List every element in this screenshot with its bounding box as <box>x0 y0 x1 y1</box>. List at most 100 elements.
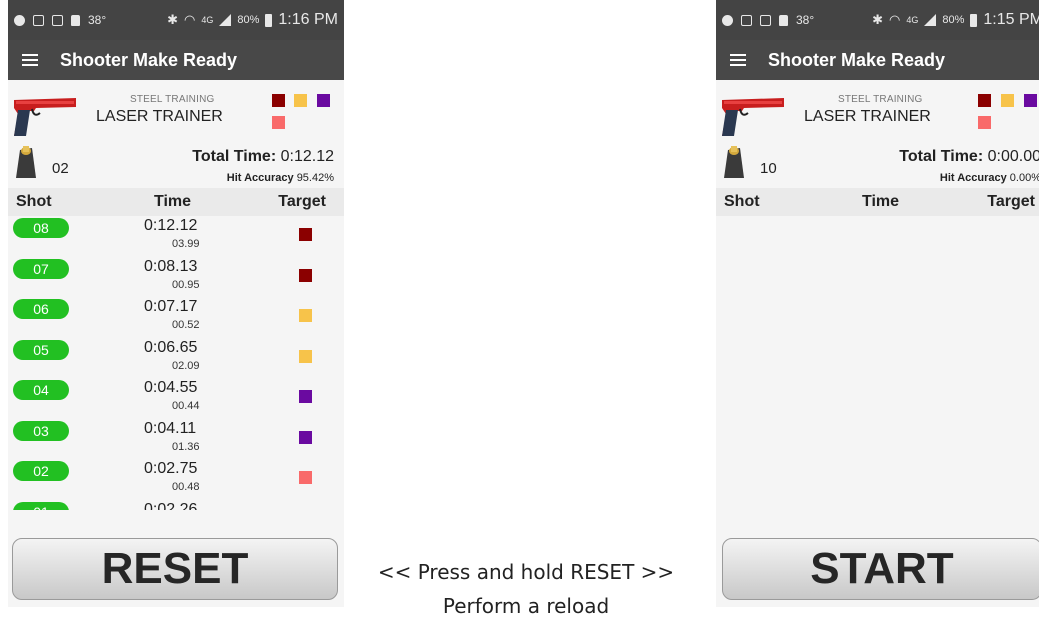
gallery-icon <box>33 14 44 26</box>
column-header-shot: Shot <box>16 193 52 210</box>
magazine-icon <box>724 146 744 178</box>
bluetooth-icon: ✱ <box>872 12 884 27</box>
battery-percent-text: 80% <box>237 14 260 26</box>
shot-time: 0:12.12 <box>144 217 198 234</box>
notification-icon <box>14 14 25 26</box>
notification-icon <box>722 14 733 26</box>
shot-time: 0:02.26 <box>144 500 198 511</box>
stats-row: 02 Total Time: 0:12.12 Hit Accuracy 95.4… <box>8 138 344 188</box>
shot-split-time: 03.99 <box>172 238 200 250</box>
shot-split-time: 01.36 <box>172 440 200 453</box>
target-color-dark-red <box>978 94 991 107</box>
shot-time: 0:06.65 <box>144 338 198 356</box>
target-color-purple <box>1024 94 1037 107</box>
lock-icon <box>779 14 788 26</box>
status-bar: 38° ✱ ◠ 4G 80% 1:16 PM <box>8 0 344 40</box>
app-title: Shooter Make Ready <box>768 49 946 70</box>
shot-time: 0:07.17 <box>144 298 198 315</box>
total-time-label: Total Time: <box>192 148 277 165</box>
shot-row[interactable]: 03 0:04.11 01.36 <box>8 419 344 460</box>
table-header: Shot Time Target <box>716 188 1039 216</box>
device-category: STEEL TRAINING <box>838 94 923 105</box>
shot-number-badge: 06 <box>13 299 69 319</box>
shot-time: 0:04.55 <box>144 379 198 396</box>
caption-line-1: << Press and hold RESET >> <box>377 560 675 584</box>
shot-list-empty <box>716 216 1039 510</box>
battery-percent-text: 80% <box>942 14 965 26</box>
shot-number-badge: 02 <box>13 461 69 481</box>
magazine-icon <box>16 146 36 178</box>
shot-row[interactable]: 06 0:07.17 00.52 <box>8 297 344 338</box>
magazine-count: 10 <box>760 160 777 177</box>
shot-row[interactable]: 01 0:02.26 <box>8 500 344 511</box>
shot-row[interactable]: 02 0:02.75 00.48 <box>8 459 344 500</box>
laser-pistol-icon <box>722 98 784 136</box>
shot-split-time: 00.44 <box>172 400 200 412</box>
shot-row[interactable]: 07 0:08.13 00.95 <box>8 257 344 298</box>
shot-row[interactable]: 04 0:04.55 00.44 <box>8 378 344 419</box>
device-name: LASER TRAINER <box>804 108 931 125</box>
shot-number-badge: 07 <box>13 258 69 279</box>
table-header: Shot Time Target <box>8 188 344 216</box>
shot-split-time: 00.52 <box>172 319 200 331</box>
column-header-target: Target <box>278 193 326 210</box>
shot-target-color <box>299 228 312 241</box>
target-color-pink <box>978 116 991 129</box>
target-color-dark-red <box>272 94 285 107</box>
shot-split-time: 00.48 <box>172 481 200 493</box>
shot-target-color <box>299 430 312 444</box>
hit-accuracy: Hit Accuracy 95.42% <box>227 172 334 184</box>
start-button[interactable]: START <box>722 538 1039 600</box>
shot-target-color <box>299 471 312 484</box>
network-type-text: 4G <box>201 15 214 25</box>
column-header-target: Target <box>987 193 1035 210</box>
shot-split-time: 00.95 <box>172 278 200 291</box>
shot-target-color <box>299 349 312 363</box>
temperature-text: 38° <box>796 13 815 27</box>
hamburger-menu-icon[interactable] <box>22 54 38 66</box>
temperature-text: 38° <box>88 13 107 27</box>
clock-text: 1:15 PM <box>983 11 1039 28</box>
shot-row[interactable]: 05 0:06.65 02.09 <box>8 338 344 379</box>
signal-icon <box>924 14 937 26</box>
shot-target-color <box>299 390 312 403</box>
total-time-label: Total Time: <box>899 148 984 165</box>
device-header[interactable]: STEEL TRAINING LASER TRAINER <box>716 80 1039 138</box>
magazine-count: 02 <box>52 160 69 177</box>
app-bar: Shooter Make Ready <box>8 40 344 80</box>
device-name: LASER TRAINER <box>96 108 223 125</box>
phone-screen-right: 38° ✱ ◠ 4G 80% 1:15 PM Shooter Make Read… <box>716 0 1039 607</box>
battery-icon <box>970 13 978 27</box>
target-color-purple <box>317 94 330 107</box>
shot-time: 0:02.75 <box>144 460 198 477</box>
target-color-yellow <box>294 94 307 107</box>
reset-button[interactable]: RESET <box>12 538 338 600</box>
wifi-icon: ◠ <box>184 12 196 27</box>
shot-row[interactable]: 08 0:12.12 03.99 <box>8 216 344 257</box>
shot-target-color <box>299 309 312 322</box>
shot-list[interactable]: 08 0:12.12 03.99 07 0:08.13 00.95 06 0:07.17 00.… <box>8 216 344 510</box>
shot-time: 0:04.11 <box>144 419 197 437</box>
hit-accuracy-label: Hit Accuracy <box>226 172 294 184</box>
stats-row: 10 Total Time: 0:00.00 Hit Accuracy 0.00… <box>716 138 1039 188</box>
hit-accuracy: Hit Accuracy 0.00% <box>940 172 1039 184</box>
wifi-icon: ◠ <box>889 12 901 27</box>
phone-screen-left: 38° ✱ ◠ 4G 80% 1:16 PM Shooter Make Read… <box>8 0 344 607</box>
network-type-text: 4G <box>906 15 919 25</box>
total-time-value: 0:12.12 <box>280 148 334 165</box>
shot-split-time: 02.09 <box>172 359 200 372</box>
status-bar: 38° ✱ ◠ 4G 80% 1:15 PM <box>716 0 1039 40</box>
lock-icon <box>71 14 80 26</box>
clock-text: 1:16 PM <box>278 11 338 28</box>
battery-icon <box>265 13 273 27</box>
photo-icon <box>760 14 771 26</box>
bluetooth-icon: ✱ <box>167 12 179 27</box>
shot-time: 0:08.13 <box>144 257 198 275</box>
shot-number-badge: 08 <box>13 218 69 238</box>
device-header[interactable]: STEEL TRAINING LASER TRAINER <box>8 80 344 138</box>
column-header-time: Time <box>862 193 900 210</box>
hamburger-menu-icon[interactable] <box>730 54 746 66</box>
caption-line-2: Perform a reload <box>442 594 610 617</box>
hit-accuracy-value: 95.42% <box>296 172 334 184</box>
total-time-value: 0:00.00 <box>987 148 1039 165</box>
